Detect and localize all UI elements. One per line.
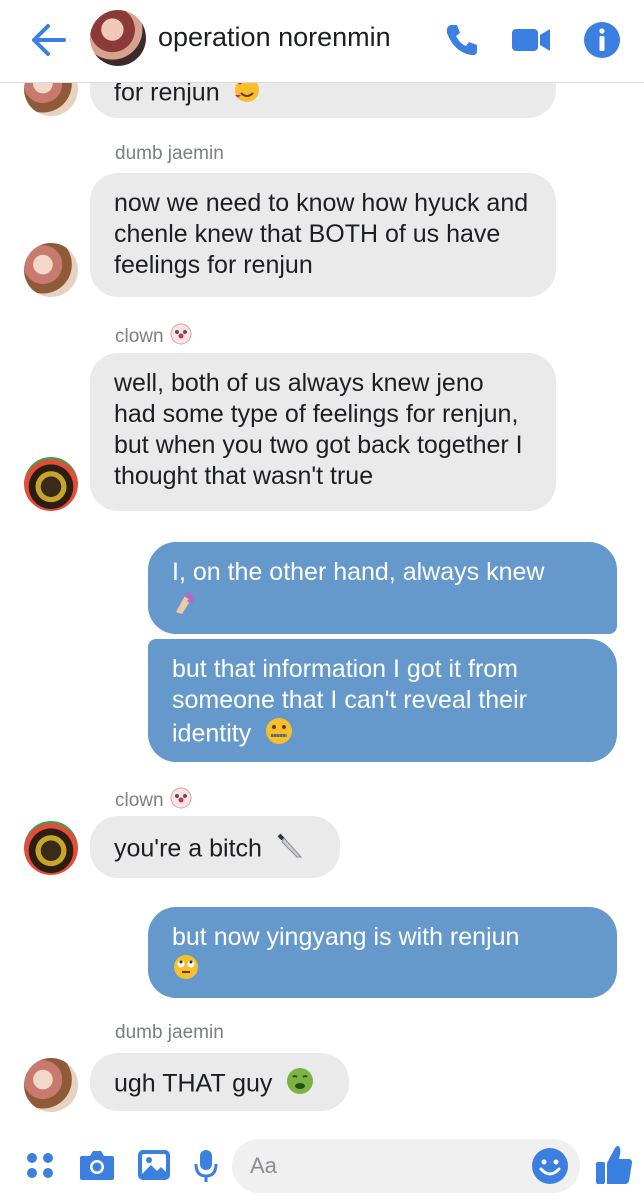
thumbs-up-icon[interactable] [594,1142,634,1188]
avatar[interactable] [24,1058,78,1112]
message-list[interactable]: for renjun dumb jaemin now we need to kn… [0,0,644,1130]
microphone-icon[interactable] [192,1148,220,1182]
message-text: but now yingyang is with renjun [172,923,520,951]
video-camera-icon[interactable] [510,20,550,60]
message-bubble[interactable]: ugh THAT guy [90,1053,349,1111]
message-bubble[interactable]: you're a bitch [90,816,340,878]
message-bubble[interactable]: well, both of us always knew jeno had so… [90,353,556,511]
message-composer [0,1130,644,1200]
info-icon[interactable] [582,20,622,60]
conversation-title[interactable]: operation norenmin [158,22,391,53]
message-text: ugh THAT guy [114,1069,273,1098]
message-bubble[interactable]: I, on the other hand, always knew [148,542,617,634]
sender-name: dumb jaemin [115,143,224,164]
clown-face-icon [169,322,193,352]
sender-label: clown [115,326,164,348]
group-avatar[interactable] [90,10,146,66]
clown-face-icon [169,786,193,816]
message-input[interactable] [232,1139,580,1193]
message-bubble[interactable]: but that information I got it from someo… [148,639,617,762]
message-bubble[interactable]: but now yingyang is with renjun [148,907,617,998]
gallery-icon[interactable] [136,1148,172,1182]
message-text: you're a bitch [114,834,262,863]
sender-label: clown [115,790,164,812]
emoji-icon[interactable] [530,1146,570,1186]
arrow-left-icon[interactable] [28,22,68,58]
message-text: now we need to know how hyuck and chenle… [114,189,529,279]
sender-name: clown [115,322,193,352]
nail-polish-icon [172,588,200,624]
knife-icon [275,831,305,869]
sender-name: dumb jaemin [115,1022,224,1043]
phone-icon[interactable] [442,20,482,60]
face-with-rolling-eyes-icon [172,953,200,989]
avatar[interactable] [24,821,78,875]
message-text: but that information I got it from someo… [172,655,527,748]
message-bubble[interactable]: now we need to know how hyuck and chenle… [90,173,556,297]
camera-icon[interactable] [78,1148,116,1182]
avatar[interactable] [24,457,78,511]
apps-grid-icon[interactable] [24,1148,56,1182]
conversation-header: operation norenmin [0,0,644,83]
message-text: I, on the other hand, always knew [172,558,545,586]
nauseated-face-icon [285,1066,315,1104]
message-text: well, both of us always knew jeno had so… [114,369,523,490]
zipper-mouth-face-icon [264,716,294,754]
sender-name: clown [115,786,193,816]
avatar[interactable] [24,243,78,297]
